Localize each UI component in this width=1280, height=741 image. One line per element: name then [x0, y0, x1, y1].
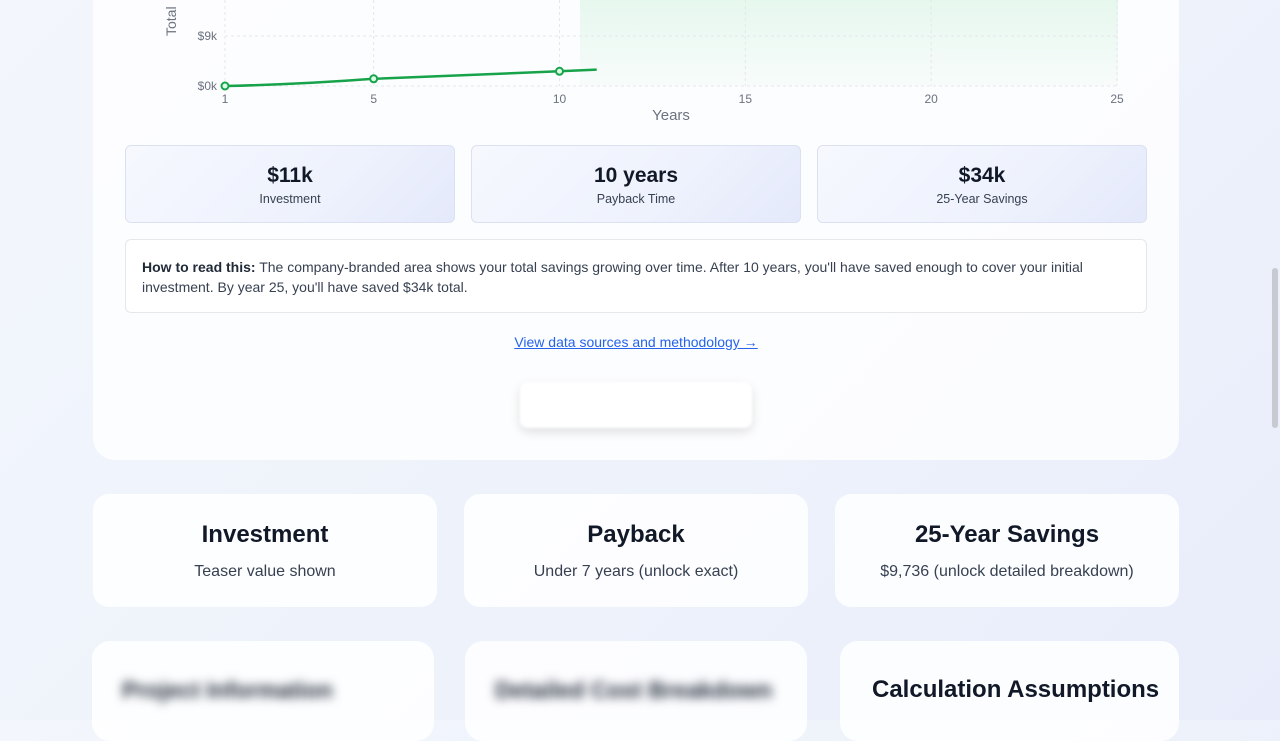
x-tick-label: 5	[370, 92, 377, 106]
summary-title: Investment	[201, 521, 329, 548]
stat-payback: 10 years Payback Time	[471, 145, 801, 223]
x-axis-label: Years	[652, 107, 690, 124]
scrollbar-thumb[interactable]	[1272, 268, 1278, 428]
scrollbar[interactable]	[1270, 0, 1280, 720]
y-tick-label: $9k	[198, 29, 218, 43]
stat-investment: $11k Investment	[125, 145, 455, 223]
stat-payback-label: Payback Time	[596, 192, 676, 206]
how-to-read-box: How to read this: The company-branded ar…	[125, 239, 1147, 313]
summary-card-payback: Payback Under 7 years (unlock exact)	[464, 494, 808, 607]
y-tick-label: $0k	[198, 79, 218, 93]
x-tick-label: 1	[222, 92, 229, 106]
locked-card-title: Project Information	[122, 677, 333, 703]
stat-savings: $34k 25-Year Savings	[817, 145, 1147, 223]
stat-payback-value: 10 years	[593, 164, 679, 187]
summary-text: Teaser value shown	[194, 563, 336, 580]
unlock-report-button[interactable]	[520, 382, 752, 428]
locked-card-1: Project Information	[92, 641, 434, 741]
stat-investment-label: Investment	[259, 192, 321, 206]
x-tick-label: 10	[553, 92, 567, 106]
summary-title: 25-Year Savings	[914, 521, 1100, 548]
savings-line	[224, 68, 597, 88]
y-axis-label: Total	[163, 6, 179, 36]
how-to-read-lead: How to read this:	[142, 259, 256, 275]
savings-chart: 1 5 10 15 20 25 $0k $9k Total Years	[0, 0, 1280, 130]
stat-savings-label: 25-Year Savings	[936, 192, 1028, 206]
stat-savings-value: $34k	[958, 164, 1006, 187]
summary-text: $9,736 (unlock detailed breakdown)	[880, 563, 1134, 580]
x-axis: 1 5 10 15 20 25	[222, 92, 1124, 106]
data-point	[369, 74, 379, 84]
summary-card-investment: Investment Teaser value shown	[93, 494, 437, 607]
stat-investment-value: $11k	[267, 164, 313, 187]
data-point	[220, 81, 230, 91]
how-to-read-text: The company-branded area shows your tota…	[142, 259, 1083, 295]
summary-title: Payback	[587, 521, 685, 548]
x-tick-label: 15	[739, 92, 753, 106]
summary-card-savings: 25-Year Savings $9,736 (unlock detailed …	[835, 494, 1179, 607]
y-axis: $0k $9k	[198, 29, 218, 93]
x-tick-label: 25	[1110, 92, 1124, 106]
x-tick-label: 20	[924, 92, 938, 106]
assumptions-title: Calculation Assumptions	[872, 676, 1160, 703]
methodology-link[interactable]: View data sources and methodology →	[0, 334, 1272, 350]
chart-svg: 1 5 10 15 20 25 $0k$9k Total Years	[163, 0, 1124, 124]
data-point	[555, 66, 564, 76]
chart-area-fill	[580, 0, 1118, 86]
assumptions-card: Calculation Assumptions	[840, 641, 1179, 741]
locked-card-2: Detailed Cost Breakdown	[465, 641, 807, 741]
locked-card-title: Detailed Cost Breakdown	[495, 677, 773, 703]
summary-text: Under 7 years (unlock exact)	[533, 563, 739, 580]
